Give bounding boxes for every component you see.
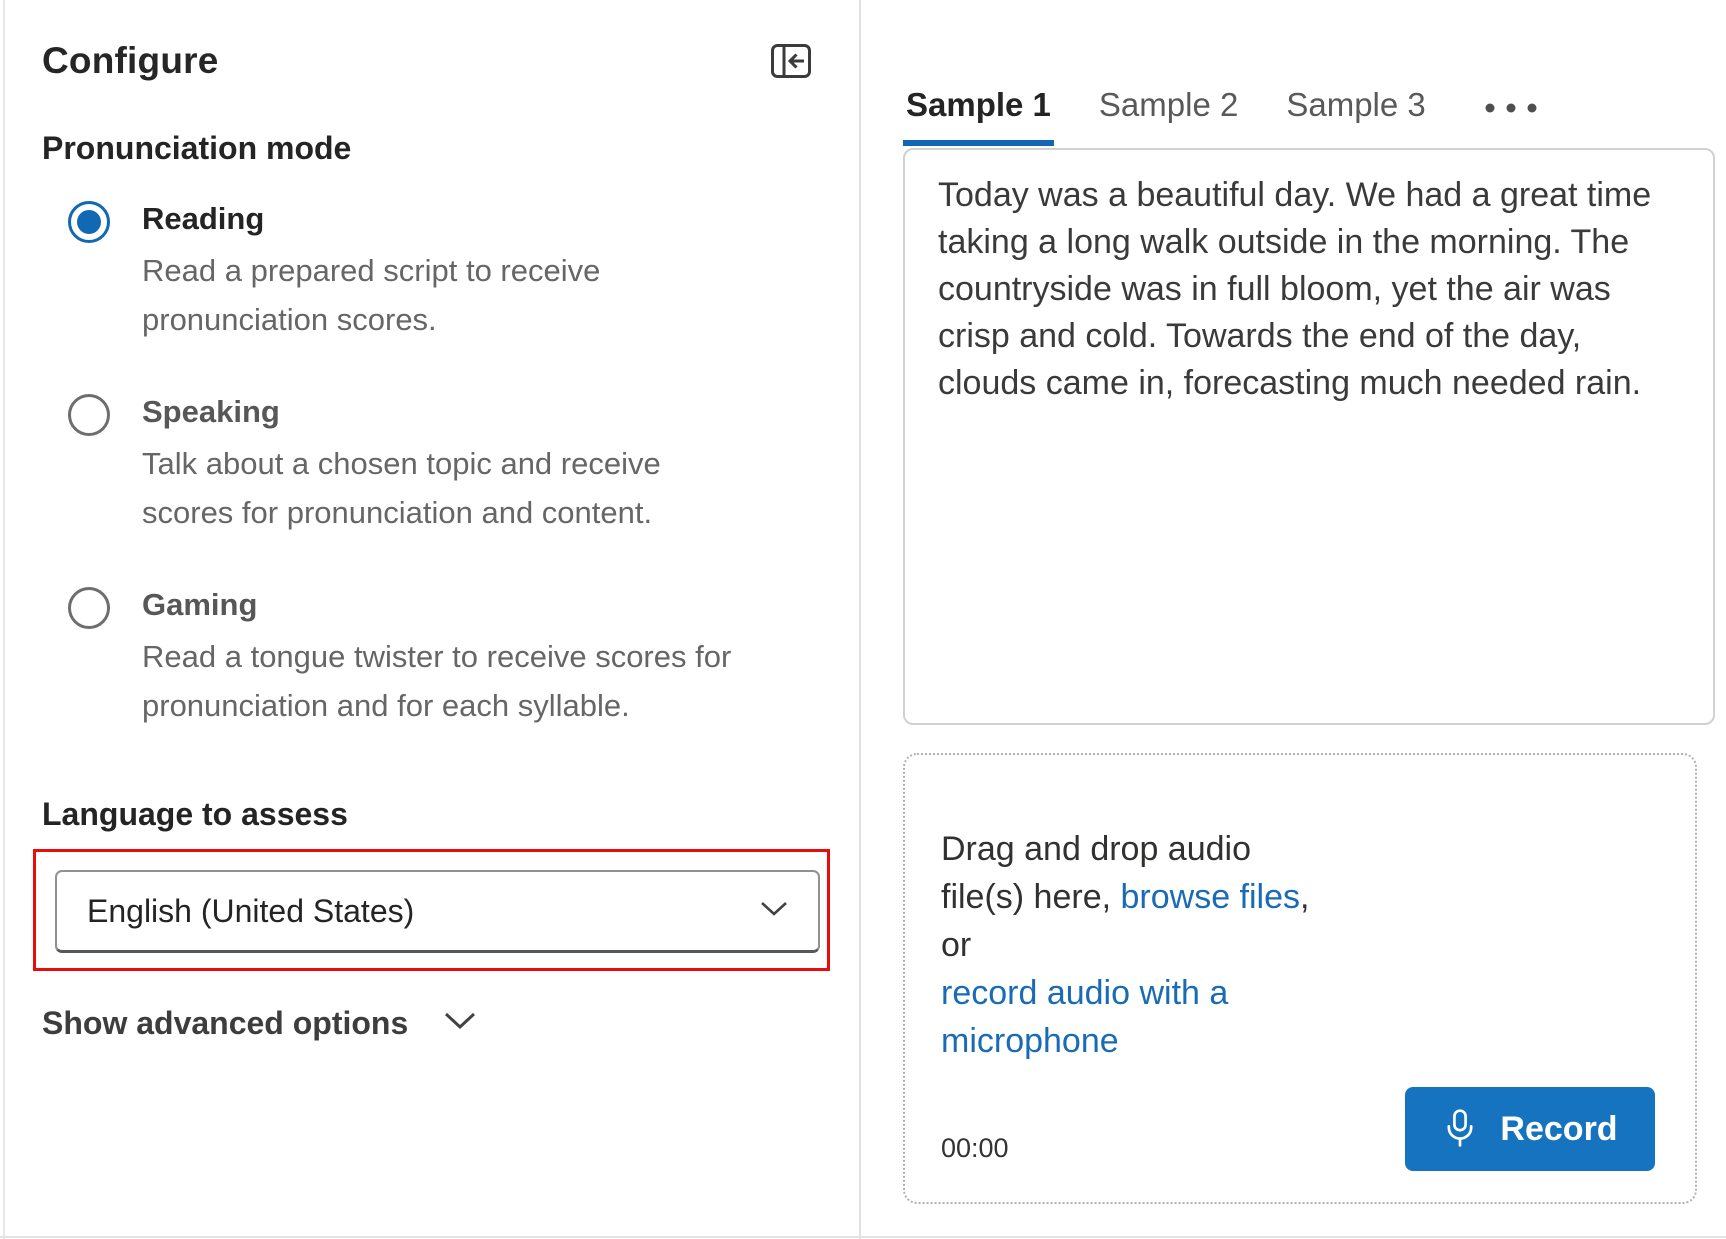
record-button-label: Record [1500, 1110, 1617, 1149]
annotation-highlight-box: English (United States) [33, 849, 830, 971]
record-audio-link-line2: microphone [941, 1017, 1309, 1065]
show-advanced-options-label: Show advanced options [42, 1005, 408, 1042]
recording-timer: 00:00 [941, 1133, 1009, 1164]
gaming-radio[interactable] [68, 587, 110, 629]
reading-label[interactable]: Reading [142, 199, 754, 239]
dropzone-instructions: Drag and drop audio file(s) here, browse… [941, 825, 1309, 1065]
configure-panel: Configure Pronunciation mode [5, 0, 859, 1239]
record-audio-link[interactable]: record audio with a microphone [941, 969, 1309, 1065]
tab-sample-2[interactable]: Sample 2 [1096, 86, 1241, 140]
ellipsis-icon [1483, 101, 1539, 118]
mode-option-speaking: Speaking Talk about a chosen topic and r… [68, 392, 859, 537]
mode-option-gaming: Gaming Read a tongue twister to receive … [68, 585, 859, 730]
mode-option-text: Gaming Read a tongue twister to receive … [142, 585, 754, 730]
gaming-label[interactable]: Gaming [142, 585, 754, 625]
record-button[interactable]: Record [1405, 1087, 1655, 1171]
speaking-radio[interactable] [68, 394, 110, 436]
pronunciation-assessment-page: Configure Pronunciation mode [0, 0, 1726, 1239]
speaking-label[interactable]: Speaking [142, 392, 754, 432]
sample-tabs: Sample 1 Sample 2 Sample 3 [903, 86, 1726, 146]
sample-text-area[interactable]: Today was a beautiful day. We had a grea… [903, 148, 1715, 725]
radio-dot [77, 210, 101, 234]
sample-panel: Sample 1 Sample 2 Sample 3 Today was a b… [861, 0, 1726, 1239]
drag-drop-text-line2-suffix: , [1300, 878, 1309, 916]
configure-header: Configure [42, 40, 859, 82]
browse-files-link[interactable]: browse files [1121, 878, 1301, 916]
pronunciation-mode-group: Reading Read a prepared script to receiv… [42, 199, 859, 730]
mode-option-text: Reading Read a prepared script to receiv… [142, 199, 754, 344]
speaking-description: Talk about a chosen topic and receive sc… [142, 439, 754, 537]
language-to-assess-label: Language to assess [42, 796, 859, 833]
or-text: or [941, 926, 971, 964]
language-dropdown[interactable]: English (United States) [55, 870, 820, 953]
mode-option-text: Speaking Talk about a chosen topic and r… [142, 392, 754, 537]
pronunciation-mode-label: Pronunciation mode [42, 130, 859, 167]
gaming-description: Read a tongue twister to receive scores … [142, 632, 754, 730]
audio-dropzone[interactable]: Drag and drop audio file(s) here, browse… [903, 753, 1697, 1204]
collapse-panel-button[interactable] [771, 44, 811, 78]
chevron-down-icon [760, 901, 788, 922]
language-dropdown-value: English (United States) [87, 893, 414, 930]
show-advanced-options-toggle[interactable]: Show advanced options [42, 1005, 859, 1042]
record-audio-link-line1: record audio with a [941, 969, 1309, 1017]
chevron-down-icon [444, 1012, 476, 1035]
page-title: Configure [42, 40, 219, 82]
tab-overflow-button[interactable] [1483, 86, 1539, 114]
collapse-panel-left-icon [771, 66, 811, 81]
drag-drop-text-line2-prefix: file(s) here, [941, 878, 1121, 916]
drag-drop-text-line1: Drag and drop audio [941, 830, 1251, 868]
mode-option-reading: Reading Read a prepared script to receiv… [68, 199, 859, 344]
reading-description: Read a prepared script to receive pronun… [142, 246, 754, 344]
microphone-icon [1442, 1109, 1478, 1150]
reading-radio[interactable] [68, 201, 110, 243]
tab-sample-1[interactable]: Sample 1 [903, 86, 1054, 146]
tab-sample-3[interactable]: Sample 3 [1283, 86, 1428, 140]
